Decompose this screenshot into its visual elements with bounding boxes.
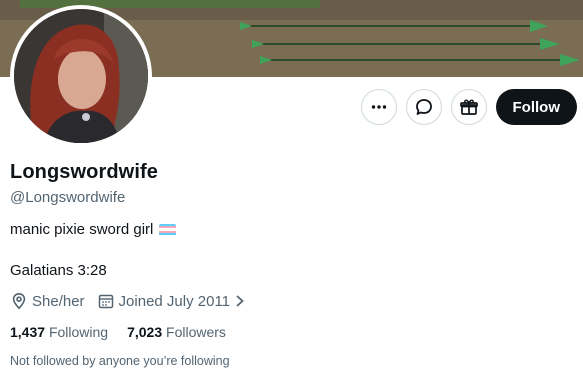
followers-label: Followers bbox=[166, 324, 226, 340]
avatar[interactable] bbox=[14, 9, 148, 143]
following-count: 1,437 bbox=[10, 324, 46, 340]
more-button[interactable] bbox=[360, 89, 397, 125]
location-text: She/her bbox=[32, 292, 85, 310]
joined-text: Joined July 2011 bbox=[118, 292, 231, 310]
calendar-icon bbox=[98, 294, 113, 309]
follow-button[interactable]: Follow bbox=[495, 89, 577, 125]
location-item: She/her bbox=[10, 292, 85, 310]
chevron-right-icon bbox=[236, 295, 244, 307]
followers-link[interactable]: 7,023 Followers bbox=[127, 324, 226, 340]
following-label: Following bbox=[48, 324, 109, 340]
followers-count: 7,023 bbox=[127, 324, 163, 340]
message-icon bbox=[415, 99, 432, 115]
profile-meta: She/her Joined July 2011 bbox=[10, 292, 258, 310]
profile-actions: Follow bbox=[360, 89, 577, 125]
transgender-flag-icon bbox=[159, 223, 177, 236]
location-pin-icon bbox=[12, 292, 26, 310]
gift-icon bbox=[459, 99, 478, 115]
bio-text: manic pixie sword girl bbox=[10, 221, 154, 238]
display-name: Longswordwife bbox=[10, 161, 158, 183]
mutual-followers-notice: Not followed by anyone you’re following bbox=[10, 354, 230, 368]
avatar-frame[interactable] bbox=[10, 5, 152, 147]
profile-photo bbox=[14, 9, 148, 143]
bio-line-2: Galatians 3:28 bbox=[10, 262, 107, 279]
follow-stats: 1,437 Following 7,023 Followers bbox=[10, 324, 245, 340]
gift-button[interactable] bbox=[450, 89, 487, 125]
more-icon bbox=[371, 105, 386, 109]
following-link[interactable]: 1,437 Following bbox=[10, 324, 108, 340]
message-button[interactable] bbox=[405, 89, 442, 125]
joined-item[interactable]: Joined July 2011 bbox=[97, 292, 246, 310]
user-handle: @Longswordwife bbox=[10, 189, 126, 206]
bio-line: manic pixie sword girl bbox=[10, 221, 177, 238]
